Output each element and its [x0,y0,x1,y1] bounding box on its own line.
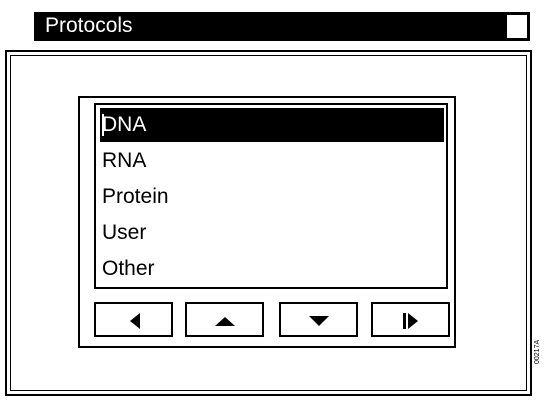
skip-right-icon [403,313,418,329]
title-bar-box[interactable] [506,14,528,39]
figure-code: 00217A [534,339,541,364]
down-triangle-icon [309,316,329,326]
protocol-list[interactable]: DNA RNA Protein User Other [94,103,448,289]
next-button[interactable] [371,302,450,337]
list-item-dna[interactable]: DNA [100,108,444,142]
list-item-protein[interactable]: Protein [100,180,444,214]
window-title-bar: Protocols [34,12,530,41]
scroll-down-button[interactable] [279,302,358,337]
up-triangle-icon [215,317,235,326]
previous-button[interactable] [94,302,173,337]
scroll-up-button[interactable] [185,302,264,337]
list-item-other[interactable]: Other [100,252,444,286]
list-item-rna[interactable]: RNA [100,144,444,178]
list-item-user[interactable]: User [100,216,444,250]
left-triangle-icon [130,313,140,329]
window-title: Protocols [45,14,133,37]
